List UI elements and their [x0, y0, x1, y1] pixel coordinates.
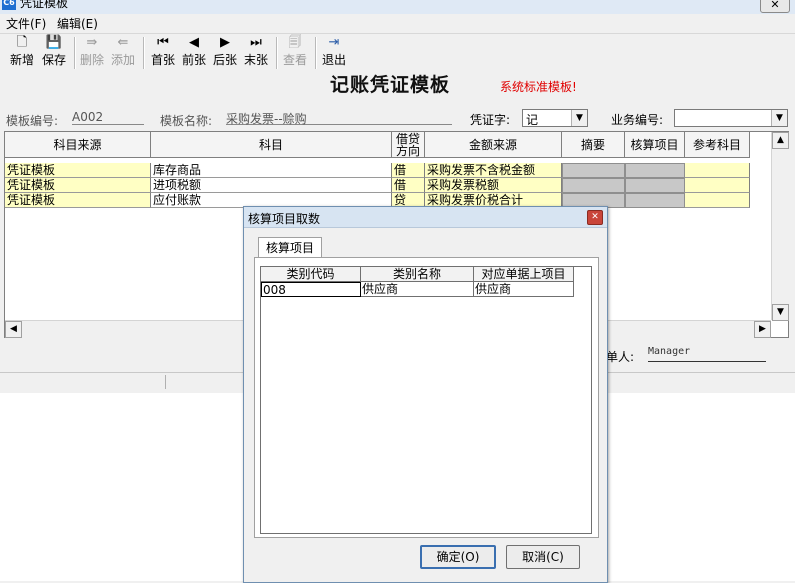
table-row-direction[interactable]: 借 — [392, 163, 425, 178]
next-button[interactable]: ▶ 后张 — [210, 34, 240, 72]
last-record-icon: ⏭ — [250, 35, 262, 50]
scroll-left-icon[interactable]: ◀ — [5, 321, 22, 338]
col-header-category-name[interactable]: 类别名称 — [361, 267, 474, 282]
window-title: 凭证模板 — [20, 0, 69, 10]
table-row-source[interactable]: 凭证模板 — [5, 178, 151, 193]
accounting-item-dialog: 核算项目取数 ✕ 核算项目 类别代码 类别名称 对应单据上项目 008 供应商 … — [243, 206, 608, 583]
first-button[interactable]: ⏮ 首张 — [148, 34, 178, 72]
col-header-accounting-item[interactable]: 核算项目 — [625, 132, 685, 158]
table-row-accounting-item-cell[interactable] — [625, 193, 685, 208]
view-button[interactable]: 🗐 查看 — [280, 34, 310, 72]
delete-button[interactable]: ⇛ 删除 — [77, 34, 107, 72]
dialog-tab-panel: 类别代码 类别名称 对应单据上项目 008 供应商 供应商 — [254, 257, 599, 538]
exit-button[interactable]: ⇥ 退出 — [319, 34, 349, 72]
col-header-account[interactable]: 科目 — [151, 132, 392, 158]
table-row-direction[interactable]: 借 — [392, 178, 425, 193]
save-button[interactable]: 💾 保存 — [39, 34, 69, 72]
table-row-category-name[interactable]: 供应商 — [361, 282, 474, 297]
maker-label: 单人: — [606, 350, 635, 364]
toolbar: 🗋 新增 💾 保存 ⇛ 删除 ⇚ 添加 ⏮ 首张 ◀ 前张 ▶ 后张 ⏭ 末张 … — [0, 33, 795, 74]
table-row-source[interactable]: 凭证模板 — [5, 193, 151, 208]
status-segment — [0, 375, 166, 389]
window-title-bar: C6 凭证模板 ✕ — [0, 0, 795, 14]
template-name-field[interactable]: 采购发票--赊购 — [226, 110, 452, 126]
scroll-right-icon[interactable]: ▶ — [754, 321, 771, 338]
scroll-down-icon[interactable]: ▼ — [772, 304, 789, 321]
dialog-title-bar: 核算项目取数 ✕ — [244, 207, 607, 228]
voucher-word-select[interactable]: 记 ▼ — [522, 109, 588, 127]
biz-no-select[interactable]: ▼ — [674, 109, 788, 127]
exit-door-icon: ⇥ — [328, 35, 340, 50]
table-row-account[interactable]: 库存商品 — [151, 163, 392, 178]
cancel-button[interactable]: 取消(C) — [506, 545, 580, 569]
table-row-accounting-item-cell[interactable] — [625, 163, 685, 178]
app-icon: C6 — [2, 0, 16, 10]
col-header-amount-source[interactable]: 金额来源 — [425, 132, 562, 158]
voucher-word-label: 凭证字: — [470, 113, 511, 127]
standard-template-note: 系统标准模板! — [500, 80, 577, 94]
table-row-ref-account-cell[interactable] — [685, 178, 750, 193]
template-name-label: 模板名称: — [160, 114, 213, 128]
ok-button[interactable]: 确定(O) — [420, 545, 496, 569]
toolbar-separator — [74, 37, 76, 69]
table-row-accounting-item-cell[interactable] — [625, 178, 685, 193]
scroll-up-icon[interactable]: ▲ — [772, 132, 789, 149]
last-button[interactable]: ⏭ 末张 — [241, 34, 271, 72]
table-row-amount-source[interactable]: 采购发票税额 — [425, 178, 562, 193]
table-row-source[interactable]: 凭证模板 — [5, 163, 151, 178]
add-row-icon: ⇚ — [117, 35, 129, 50]
tab-accounting-item[interactable]: 核算项目 — [258, 237, 322, 258]
delete-row-icon: ⇛ — [86, 35, 98, 50]
next-record-icon: ▶ — [220, 35, 230, 50]
table-row-summary-cell[interactable] — [562, 163, 625, 178]
dialog-close-button[interactable]: ✕ — [587, 210, 603, 225]
table-row-ref-account-cell[interactable] — [685, 193, 750, 208]
dialog-title: 核算项目取数 — [248, 212, 321, 226]
voucher-template-title: 记账凭证模板 — [330, 74, 451, 96]
chevron-down-icon[interactable]: ▼ — [771, 110, 787, 126]
table-row-account[interactable]: 进项税额 — [151, 178, 392, 193]
floppy-disk-icon: 💾 — [45, 35, 63, 50]
table-row-summary-cell[interactable] — [562, 178, 625, 193]
toolbar-separator — [143, 37, 145, 69]
table-row-amount-source[interactable]: 采购发票不含税金额 — [425, 163, 562, 178]
col-header-category-code[interactable]: 类别代码 — [261, 267, 361, 282]
template-no-label: 模板编号: — [6, 114, 59, 128]
table-row-category-code[interactable]: 008 — [261, 282, 361, 297]
menu-edit[interactable]: 编辑(E) — [57, 15, 98, 32]
toolbar-separator — [315, 37, 317, 69]
window-close-button[interactable]: ✕ — [760, 0, 790, 13]
col-header-source[interactable]: 科目来源 — [5, 132, 151, 158]
chevron-down-icon[interactable]: ▼ — [571, 110, 587, 126]
table-row-ref-account-cell[interactable] — [685, 163, 750, 178]
accounting-item-grid[interactable]: 类别代码 类别名称 对应单据上项目 008 供应商 供应商 — [260, 266, 592, 534]
col-header-ref-account[interactable]: 参考科目 — [685, 132, 750, 158]
prev-button[interactable]: ◀ 前张 — [179, 34, 209, 72]
first-record-icon: ⏮ — [157, 35, 169, 50]
new-document-icon: 🗋 — [16, 35, 28, 50]
menu-bar: 文件(F) 编辑(E) — [0, 14, 795, 32]
new-button[interactable]: 🗋 新增 — [7, 34, 37, 72]
col-header-direction[interactable]: 借贷 方向 — [392, 132, 425, 158]
table-row-document-field[interactable]: 供应商 — [474, 282, 574, 297]
col-header-summary[interactable]: 摘要 — [562, 132, 625, 158]
biz-no-label: 业务编号: — [611, 113, 664, 127]
menu-file[interactable]: 文件(F) — [6, 15, 46, 32]
add-button[interactable]: ⇚ 添加 — [108, 34, 138, 72]
maker-value: Manager — [648, 346, 766, 362]
view-document-icon: 🗐 — [288, 35, 302, 50]
previous-record-icon: ◀ — [189, 35, 199, 50]
vertical-scrollbar[interactable]: ▲ ▼ — [771, 132, 789, 321]
toolbar-separator — [276, 37, 278, 69]
template-no-field[interactable]: A002 — [72, 110, 144, 125]
col-header-document-field[interactable]: 对应单据上项目 — [474, 267, 574, 282]
